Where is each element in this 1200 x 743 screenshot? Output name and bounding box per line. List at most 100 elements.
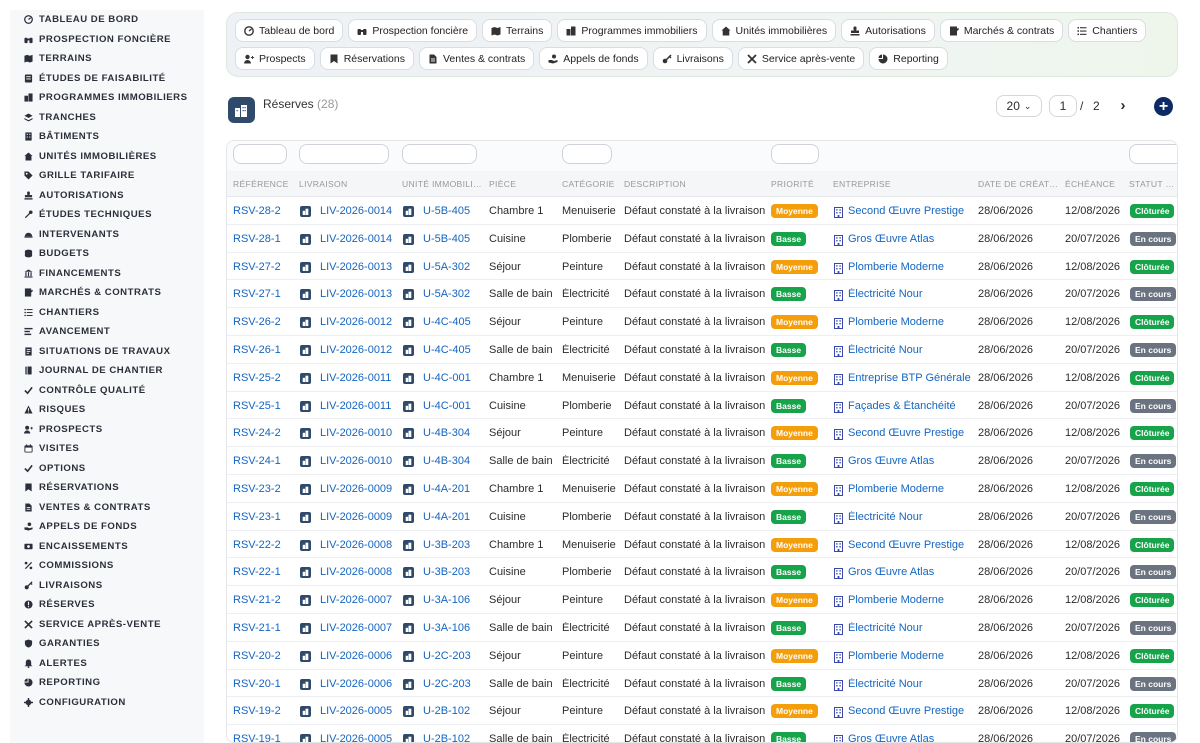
reference-link[interactable]: RSV-24-1 (233, 455, 295, 467)
sidebar-item-5[interactable]: TRANCHES (10, 108, 204, 128)
column-header[interactable]: ÉCHÉANCE (1065, 179, 1125, 189)
company-link[interactable]: Plomberie Moderne (848, 261, 976, 273)
quick-nav-button[interactable]: Ventes & contrats (418, 47, 535, 70)
table-row[interactable]: RSV-20-1 LIV-2026-0006 U-2C-203 Salle de ba… (227, 670, 1177, 698)
livraison-link[interactable]: LIV-2026-0011 (320, 372, 400, 384)
company-link[interactable]: Gros Œuvre Atlas (848, 233, 976, 245)
next-page-button[interactable]: › (1115, 95, 1131, 115)
reference-link[interactable]: RSV-23-1 (233, 511, 295, 523)
quick-nav-button[interactable]: Prospection foncière (348, 19, 478, 42)
sidebar-item-22[interactable]: VISITES (10, 439, 204, 459)
reference-link[interactable]: RSV-26-1 (233, 344, 295, 356)
quick-nav-button[interactable]: Reporting (869, 47, 948, 70)
column-header[interactable]: CATÉGORIE (562, 179, 620, 189)
quick-nav-button[interactable]: Appels de fonds (539, 47, 648, 70)
company-link[interactable]: Plomberie Moderne (848, 650, 976, 662)
livraison-link[interactable]: LIV-2026-0014 (320, 233, 400, 245)
quick-nav-button[interactable]: Autorisations (841, 19, 935, 42)
reference-link[interactable]: RSV-22-1 (233, 566, 295, 578)
unit-link[interactable]: U-5A-302 (423, 288, 485, 300)
unit-link[interactable]: U-4C-405 (423, 344, 485, 356)
quick-nav-button[interactable]: Unités immobilières (711, 19, 837, 42)
unit-link[interactable]: U-3B-203 (423, 539, 485, 551)
sidebar-item-20[interactable]: RISQUES (10, 400, 204, 420)
column-header[interactable]: PIÈCE (489, 179, 557, 189)
unit-link[interactable]: U-2B-102 (423, 733, 485, 742)
sidebar-item-26[interactable]: APPELS DE FONDS (10, 517, 204, 537)
company-link[interactable]: Second Œuvre Prestige (848, 539, 976, 551)
company-link[interactable]: Plomberie Moderne (848, 316, 976, 328)
livraison-link[interactable]: LIV-2026-0013 (320, 288, 400, 300)
reference-link[interactable]: RSV-24-2 (233, 427, 295, 439)
company-link[interactable]: Second Œuvre Prestige (848, 205, 976, 217)
sidebar-item-7[interactable]: UNITÉS IMMOBILIÈRES (10, 147, 204, 167)
livraison-link[interactable]: LIV-2026-0013 (320, 261, 400, 273)
sidebar-item-30[interactable]: RÉSERVES (10, 595, 204, 615)
table-row[interactable]: RSV-27-1 LIV-2026-0013 U-5A-302 Salle de ba… (227, 280, 1177, 309)
livraison-link[interactable]: LIV-2026-0010 (320, 455, 400, 467)
add-button[interactable]: + (1154, 97, 1173, 116)
reference-link[interactable]: RSV-21-1 (233, 622, 295, 634)
livraison-link[interactable]: LIV-2026-0007 (320, 622, 400, 634)
column-header[interactable]: PRIORITÉ (771, 179, 827, 189)
company-link[interactable]: Gros Œuvre Atlas (848, 733, 976, 742)
unit-link[interactable]: U-5A-302 (423, 261, 485, 273)
reference-link[interactable]: RSV-28-1 (233, 233, 295, 245)
unit-link[interactable]: U-4C-405 (423, 316, 485, 328)
sidebar-item-21[interactable]: PROSPECTS (10, 420, 204, 440)
reference-link[interactable]: RSV-22-2 (233, 539, 295, 551)
quick-nav-button[interactable]: Programmes immobiliers (557, 19, 707, 42)
table-row[interactable]: RSV-19-2 LIV-2026-0005 U-2B-102 Séjour Peint… (227, 697, 1177, 726)
sidebar-item-35[interactable]: CONFIGURATION (10, 693, 204, 713)
company-link[interactable]: Gros Œuvre Atlas (848, 455, 976, 467)
livraison-link[interactable]: LIV-2026-0008 (320, 539, 400, 551)
column-header[interactable]: STATUT DE LA RÉSERVE (1129, 179, 1177, 189)
company-link[interactable]: Électricité Nour (848, 288, 976, 300)
sidebar-item-14[interactable]: MARCHÉS & CONTRATS (10, 283, 204, 303)
livraison-link[interactable]: LIV-2026-0009 (320, 511, 400, 523)
livraison-link[interactable]: LIV-2026-0006 (320, 650, 400, 662)
reference-link[interactable]: RSV-21-2 (233, 594, 295, 606)
reference-link[interactable]: RSV-19-1 (233, 733, 295, 742)
reference-link[interactable]: RSV-27-2 (233, 261, 295, 273)
sidebar-item-12[interactable]: BUDGETS (10, 244, 204, 264)
filter-reference-input[interactable] (233, 144, 287, 164)
quick-nav-button[interactable]: Chantiers (1068, 19, 1147, 42)
company-link[interactable]: Électricité Nour (848, 622, 976, 634)
table-row[interactable]: RSV-21-1 LIV-2026-0007 U-3A-106 Salle de ba… (227, 614, 1177, 642)
company-link[interactable]: Entreprise BTP Générale (848, 372, 976, 384)
livraison-link[interactable]: LIV-2026-0010 (320, 427, 400, 439)
sidebar-item-4[interactable]: PROGRAMMES IMMOBILIERS (10, 88, 204, 108)
sidebar-item-34[interactable]: REPORTING (10, 673, 204, 693)
reference-link[interactable]: RSV-20-2 (233, 650, 295, 662)
unit-link[interactable]: U-3A-106 (423, 594, 485, 606)
livraison-link[interactable]: LIV-2026-0012 (320, 316, 400, 328)
livraison-link[interactable]: LIV-2026-0005 (320, 705, 400, 717)
column-header[interactable]: ENTREPRISE (833, 179, 973, 189)
sidebar-item-1[interactable]: PROSPECTION FONCIÈRE (10, 30, 204, 50)
sidebar-item-25[interactable]: VENTES & CONTRATS (10, 498, 204, 518)
reference-link[interactable]: RSV-27-1 (233, 288, 295, 300)
sidebar-item-9[interactable]: AUTORISATIONS (10, 186, 204, 206)
table-row[interactable]: RSV-20-2 LIV-2026-0006 U-2C-203 Séjour Peint… (227, 642, 1177, 670)
sidebar-item-31[interactable]: SERVICE APRÈS-VENTE (10, 615, 204, 635)
page-size-select[interactable]: 20 ⌄ (996, 95, 1042, 117)
quick-nav-button[interactable]: Terrains (482, 19, 553, 42)
company-link[interactable]: Électricité Nour (848, 344, 976, 356)
filter-unite-input[interactable] (402, 144, 477, 164)
table-row[interactable]: RSV-25-2 LIV-2026-0011 U-4C-001 Chambre 1 Me… (227, 364, 1177, 392)
sidebar-item-28[interactable]: COMMISSIONS (10, 556, 204, 576)
table-row[interactable]: RSV-22-2 LIV-2026-0008 U-3B-203 Chambre 1 Me… (227, 531, 1177, 559)
quick-nav-button[interactable]: Réservations (319, 47, 414, 70)
quick-nav-button[interactable]: Service après-vente (737, 47, 865, 70)
quick-nav-button[interactable]: Livraisons (652, 47, 733, 70)
company-link[interactable]: Électricité Nour (848, 511, 976, 523)
reference-link[interactable]: RSV-20-1 (233, 678, 295, 690)
livraison-link[interactable]: LIV-2026-0014 (320, 205, 400, 217)
livraison-link[interactable]: LIV-2026-0008 (320, 566, 400, 578)
quick-nav-button[interactable]: Tableau de bord (235, 19, 344, 42)
column-header[interactable]: RÉFÉRENCE (233, 179, 293, 189)
company-link[interactable]: Gros Œuvre Atlas (848, 566, 976, 578)
filter-categorie-input[interactable] (562, 144, 612, 164)
table-row[interactable]: RSV-19-1 LIV-2026-0005 U-2B-102 Salle de ba… (227, 725, 1177, 742)
